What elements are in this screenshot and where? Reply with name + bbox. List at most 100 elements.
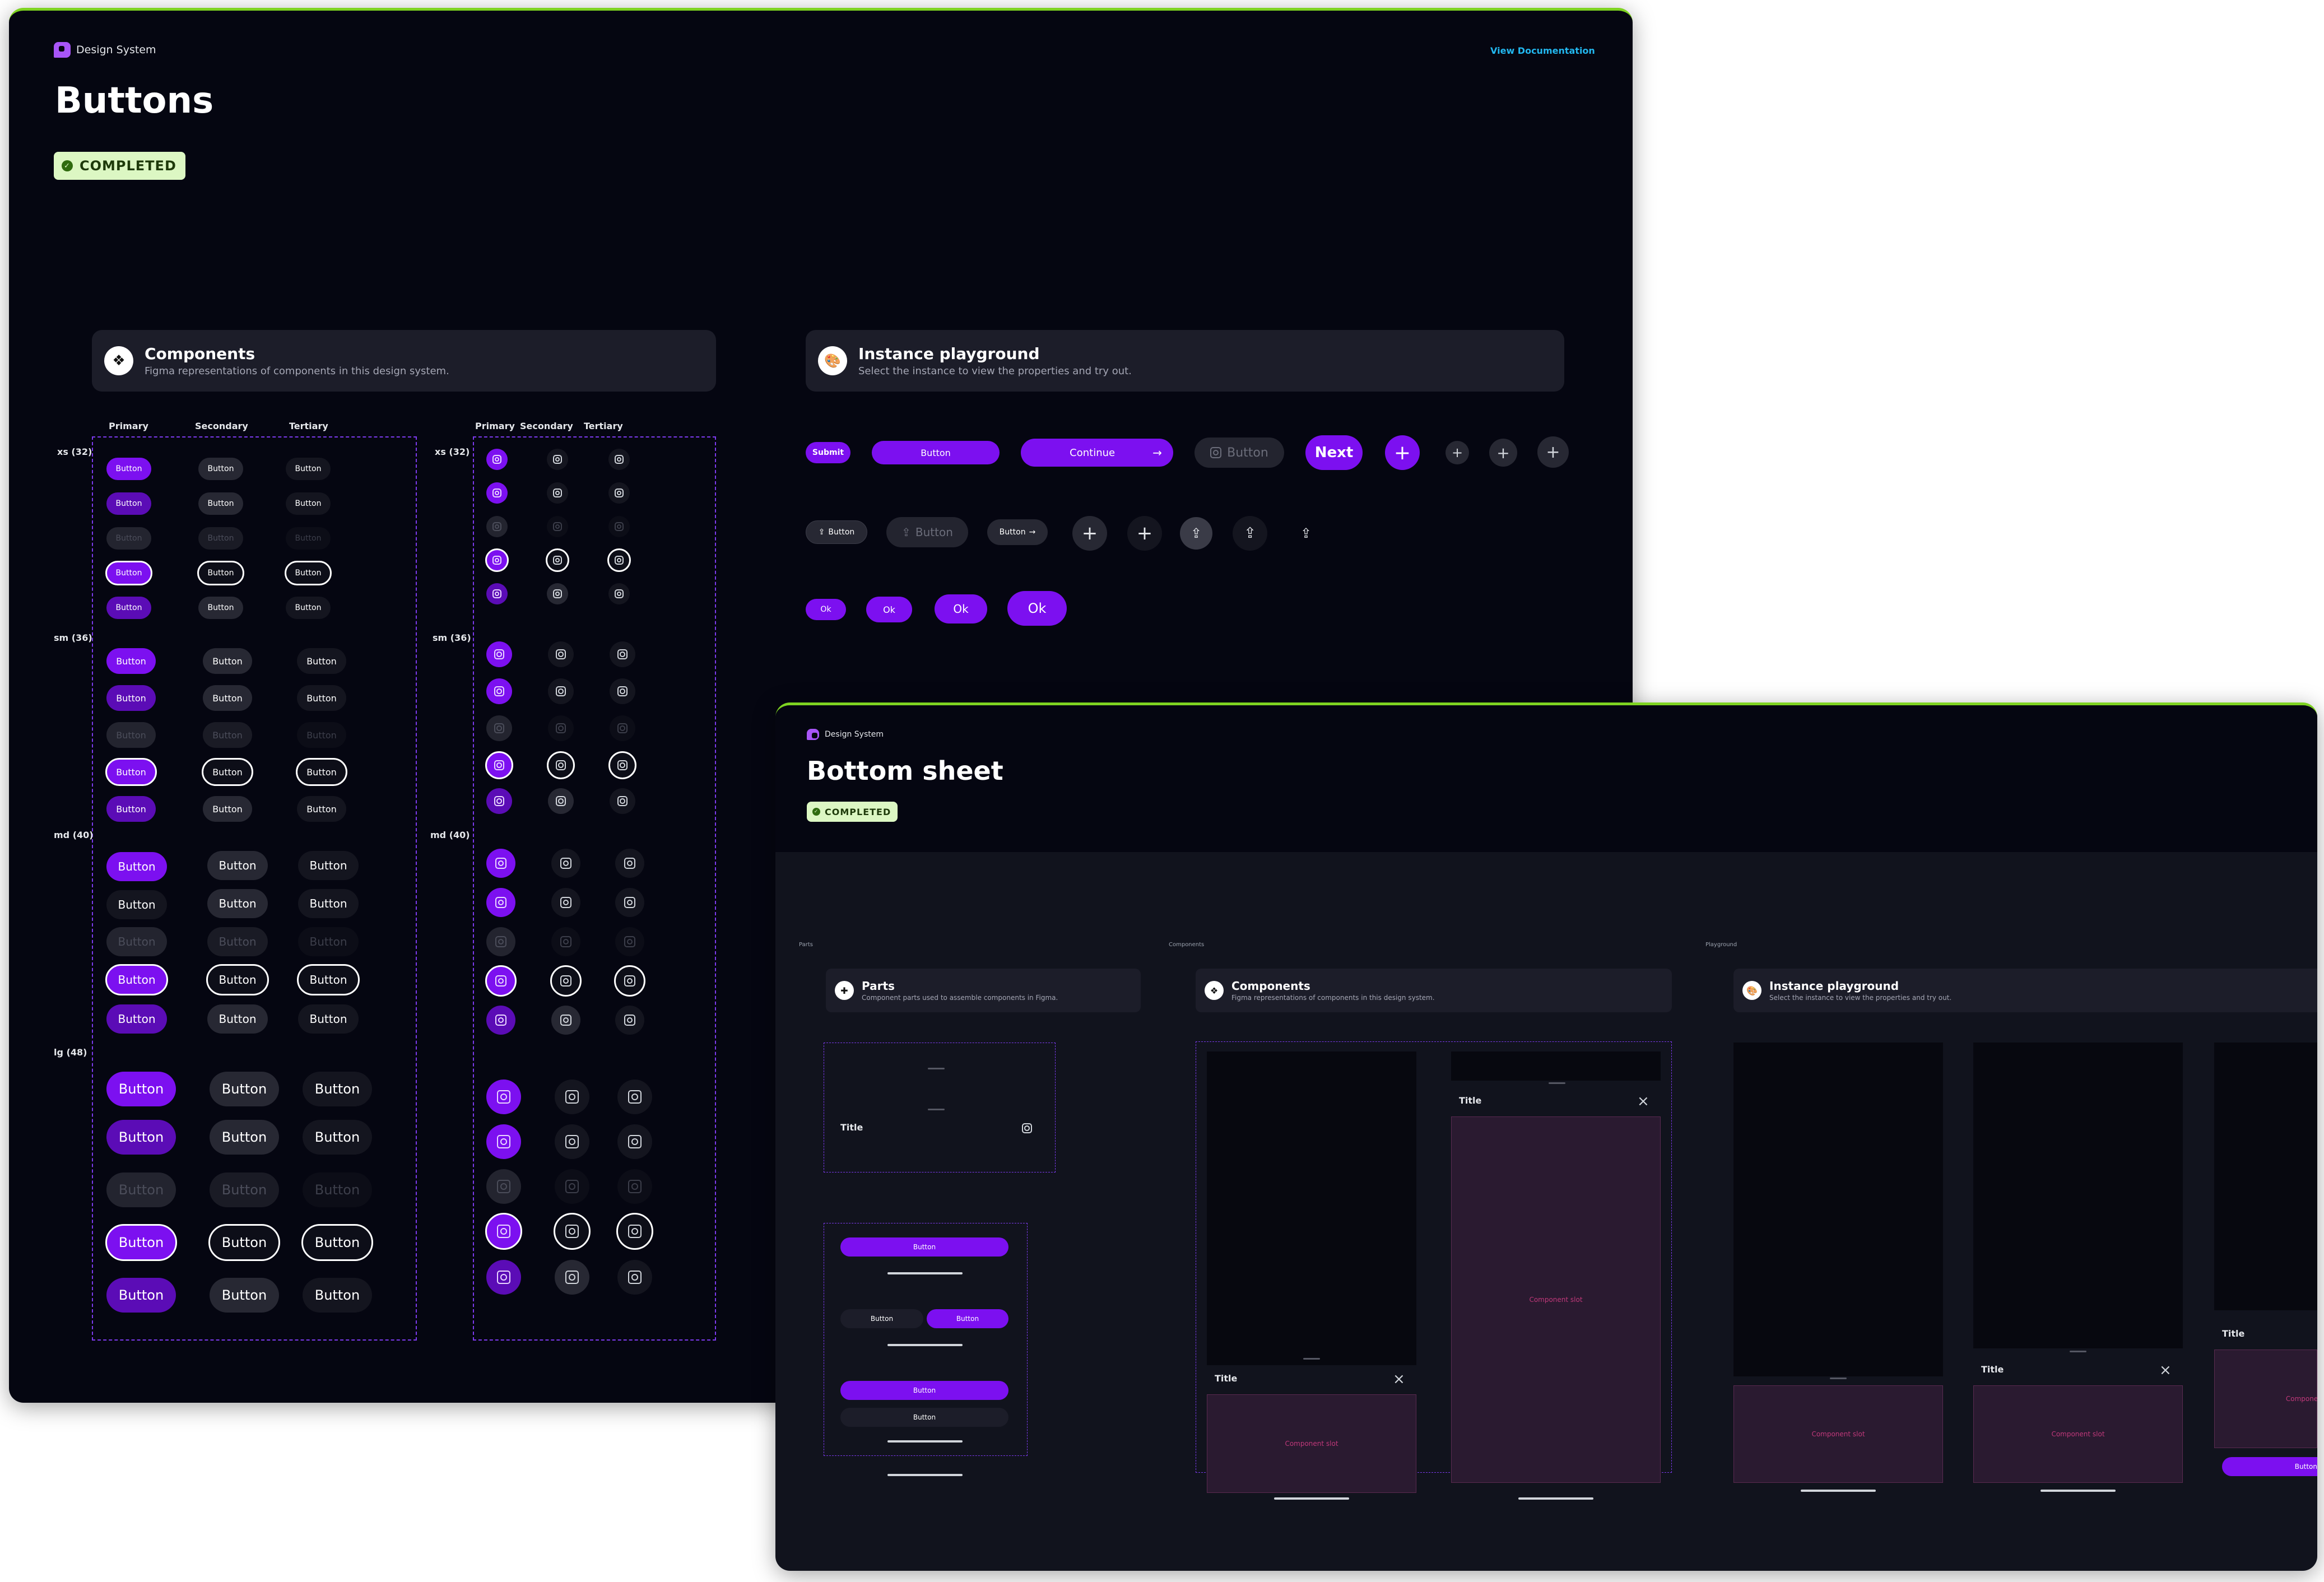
icon-button-sm-tertiary[interactable] <box>610 641 635 667</box>
button-sm-primary[interactable]: Button <box>106 648 156 674</box>
icon-button-md-primary-focused[interactable] <box>485 965 517 997</box>
button-md-tertiary-loading[interactable]: Button <box>298 1004 359 1034</box>
button-lg-tertiary-focused[interactable]: Button <box>301 1224 373 1261</box>
icon-button-lg-tertiary-loading[interactable] <box>617 1260 652 1295</box>
button-md-secondary[interactable]: Button <box>207 851 268 880</box>
close-icon[interactable]: × <box>2159 1362 2172 1379</box>
icon-button-lg-secondary-focused[interactable] <box>554 1213 591 1250</box>
icon-button-lg-primary-loading[interactable] <box>486 1260 521 1295</box>
playground-share-icon-tertiary[interactable]: ⇪ <box>1233 516 1267 551</box>
button-md-tertiary[interactable]: Button <box>298 851 359 880</box>
button-xs-secondary-pressed[interactable]: Button <box>198 492 243 515</box>
playground-plus-secondary-lg[interactable]: + <box>1072 516 1107 551</box>
button-sm-tertiary[interactable]: Button <box>297 648 346 674</box>
button-xs-primary-loading[interactable]: Button <box>106 597 151 619</box>
playground-plus-secondary-md[interactable]: + <box>1537 436 1569 468</box>
icon-button-sm-tertiary-focused[interactable] <box>608 751 636 779</box>
icon-button-sm-secondary[interactable] <box>548 641 574 667</box>
button-xs-primary-pressed[interactable]: Button <box>106 492 151 515</box>
button-md-secondary-pressed[interactable]: Button <box>207 889 268 918</box>
button-sm-secondary-pressed[interactable]: Button <box>203 685 252 711</box>
icon-button-lg-secondary[interactable] <box>555 1080 589 1114</box>
playground-arrow-button[interactable]: Button → <box>987 519 1048 545</box>
icon-button-xs-secondary-focused[interactable] <box>546 548 569 572</box>
playground-next-button[interactable]: Next <box>1305 435 1363 470</box>
button-md-tertiary-pressed[interactable]: Button <box>298 889 359 918</box>
icon-button-xs-secondary-pressed[interactable] <box>547 482 568 504</box>
icon-button-md-secondary-pressed[interactable] <box>551 888 580 917</box>
button-xs-tertiary[interactable]: Button <box>286 458 331 480</box>
button-lg-primary-loading[interactable]: Button <box>106 1278 176 1313</box>
button-xs-primary-focused[interactable]: Button <box>105 561 152 585</box>
playground-plus-tertiary-lg[interactable]: + <box>1127 516 1162 551</box>
playground-submit-button[interactable]: Submit <box>806 442 850 463</box>
icon-button-md-tertiary-focused[interactable] <box>614 965 645 997</box>
button-sm-primary-pressed[interactable]: Button <box>106 685 156 711</box>
button-lg-primary-focused[interactable]: Button <box>105 1224 177 1261</box>
playground-ok-xs[interactable]: Ok <box>806 599 846 620</box>
icon-button-lg-primary[interactable] <box>486 1080 521 1114</box>
icon-button-xs-secondary[interactable] <box>547 449 568 470</box>
button-lg-secondary-pressed[interactable]: Button <box>210 1120 279 1155</box>
icon-button-xs-primary-loading[interactable] <box>486 583 508 604</box>
icon-button-xs-primary-pressed[interactable] <box>486 482 508 504</box>
button-lg-tertiary[interactable]: Button <box>303 1072 372 1106</box>
focus-frame-icon[interactable] <box>1022 1123 1032 1133</box>
button-md-secondary-loading[interactable]: Button <box>207 1004 268 1034</box>
icon-button-lg-secondary-pressed[interactable] <box>555 1124 589 1159</box>
button-xs-primary[interactable]: Button <box>106 458 151 480</box>
button-xs-tertiary-loading[interactable]: Button <box>286 597 331 619</box>
button-sm-primary-loading[interactable]: Button <box>106 796 156 822</box>
button-xs-secondary[interactable]: Button <box>198 458 243 480</box>
part-footer-stacked-secondary[interactable]: Button <box>840 1408 1008 1427</box>
icon-button-sm-primary-focused[interactable] <box>485 751 513 779</box>
playground-sheet-3-button[interactable]: Button <box>2222 1457 2317 1476</box>
icon-button-sm-primary[interactable] <box>486 641 512 667</box>
icon-button-sm-primary-loading[interactable] <box>486 788 512 814</box>
button-lg-primary-pressed[interactable]: Button <box>106 1120 176 1155</box>
button-sm-tertiary-focused[interactable]: Button <box>296 758 347 786</box>
button-sm-secondary[interactable]: Button <box>203 648 252 674</box>
icon-button-sm-secondary-loading[interactable] <box>548 788 574 814</box>
button-xs-tertiary-pressed[interactable]: Button <box>286 492 331 515</box>
playground-share-icon-pressed[interactable]: ⇪ <box>1180 517 1212 550</box>
button-sm-primary-focused[interactable]: Button <box>105 758 157 786</box>
part-footer-primary-button[interactable]: Button <box>840 1237 1008 1257</box>
icon-button-lg-primary-focused[interactable] <box>485 1213 522 1250</box>
button-lg-tertiary-pressed[interactable]: Button <box>303 1120 372 1155</box>
button-xs-secondary-focused[interactable]: Button <box>197 561 244 585</box>
playground-plus-secondary-sm[interactable]: + <box>1489 439 1517 467</box>
icon-button-sm-primary-pressed[interactable] <box>486 678 512 704</box>
part-footer-secondary-button[interactable]: Button <box>840 1309 923 1328</box>
close-icon[interactable]: × <box>1393 1371 1405 1388</box>
button-sm-secondary-focused[interactable]: Button <box>202 758 253 786</box>
icon-button-md-tertiary-pressed[interactable] <box>615 888 644 917</box>
icon-button-lg-tertiary-focused[interactable] <box>616 1213 653 1250</box>
button-lg-primary[interactable]: Button <box>106 1072 176 1106</box>
playground-share-button-xs[interactable]: ⇪ Button <box>806 520 867 544</box>
icon-button-xs-secondary-loading[interactable] <box>547 583 568 604</box>
button-sm-tertiary-pressed[interactable]: Button <box>297 685 346 711</box>
view-documentation-link[interactable]: View Documentation <box>1490 45 1595 56</box>
icon-button-xs-tertiary-loading[interactable] <box>608 583 630 604</box>
close-icon[interactable]: × <box>1637 1093 1649 1110</box>
icon-button-sm-secondary-pressed[interactable] <box>548 678 574 704</box>
icon-button-md-primary-pressed[interactable] <box>486 888 515 917</box>
icon-button-sm-tertiary-loading[interactable] <box>610 788 635 814</box>
part-footer-primary-button-2[interactable]: Button <box>927 1309 1008 1328</box>
playground-share-icon-plain[interactable]: ⇪ <box>1291 518 1321 548</box>
playground-plus-secondary-xs[interactable]: + <box>1445 441 1469 464</box>
icon-button-md-primary-loading[interactable] <box>486 1006 515 1035</box>
button-sm-secondary-loading[interactable]: Button <box>203 796 252 822</box>
playground-button-wide[interactable]: Button <box>872 441 1000 464</box>
icon-button-lg-tertiary-pressed[interactable] <box>617 1124 652 1159</box>
icon-button-xs-primary[interactable] <box>486 449 508 470</box>
icon-button-xs-primary-focused[interactable] <box>485 548 509 572</box>
playground-ok-md[interactable]: Ok <box>935 594 987 624</box>
icon-button-md-secondary[interactable] <box>551 849 580 878</box>
button-lg-secondary-loading[interactable]: Button <box>210 1278 279 1313</box>
icon-button-md-primary[interactable] <box>486 849 515 878</box>
playground-ok-sm[interactable]: Ok <box>866 597 912 622</box>
button-lg-tertiary-loading[interactable]: Button <box>303 1278 372 1313</box>
playground-continue-button[interactable]: Continue → <box>1021 439 1173 467</box>
